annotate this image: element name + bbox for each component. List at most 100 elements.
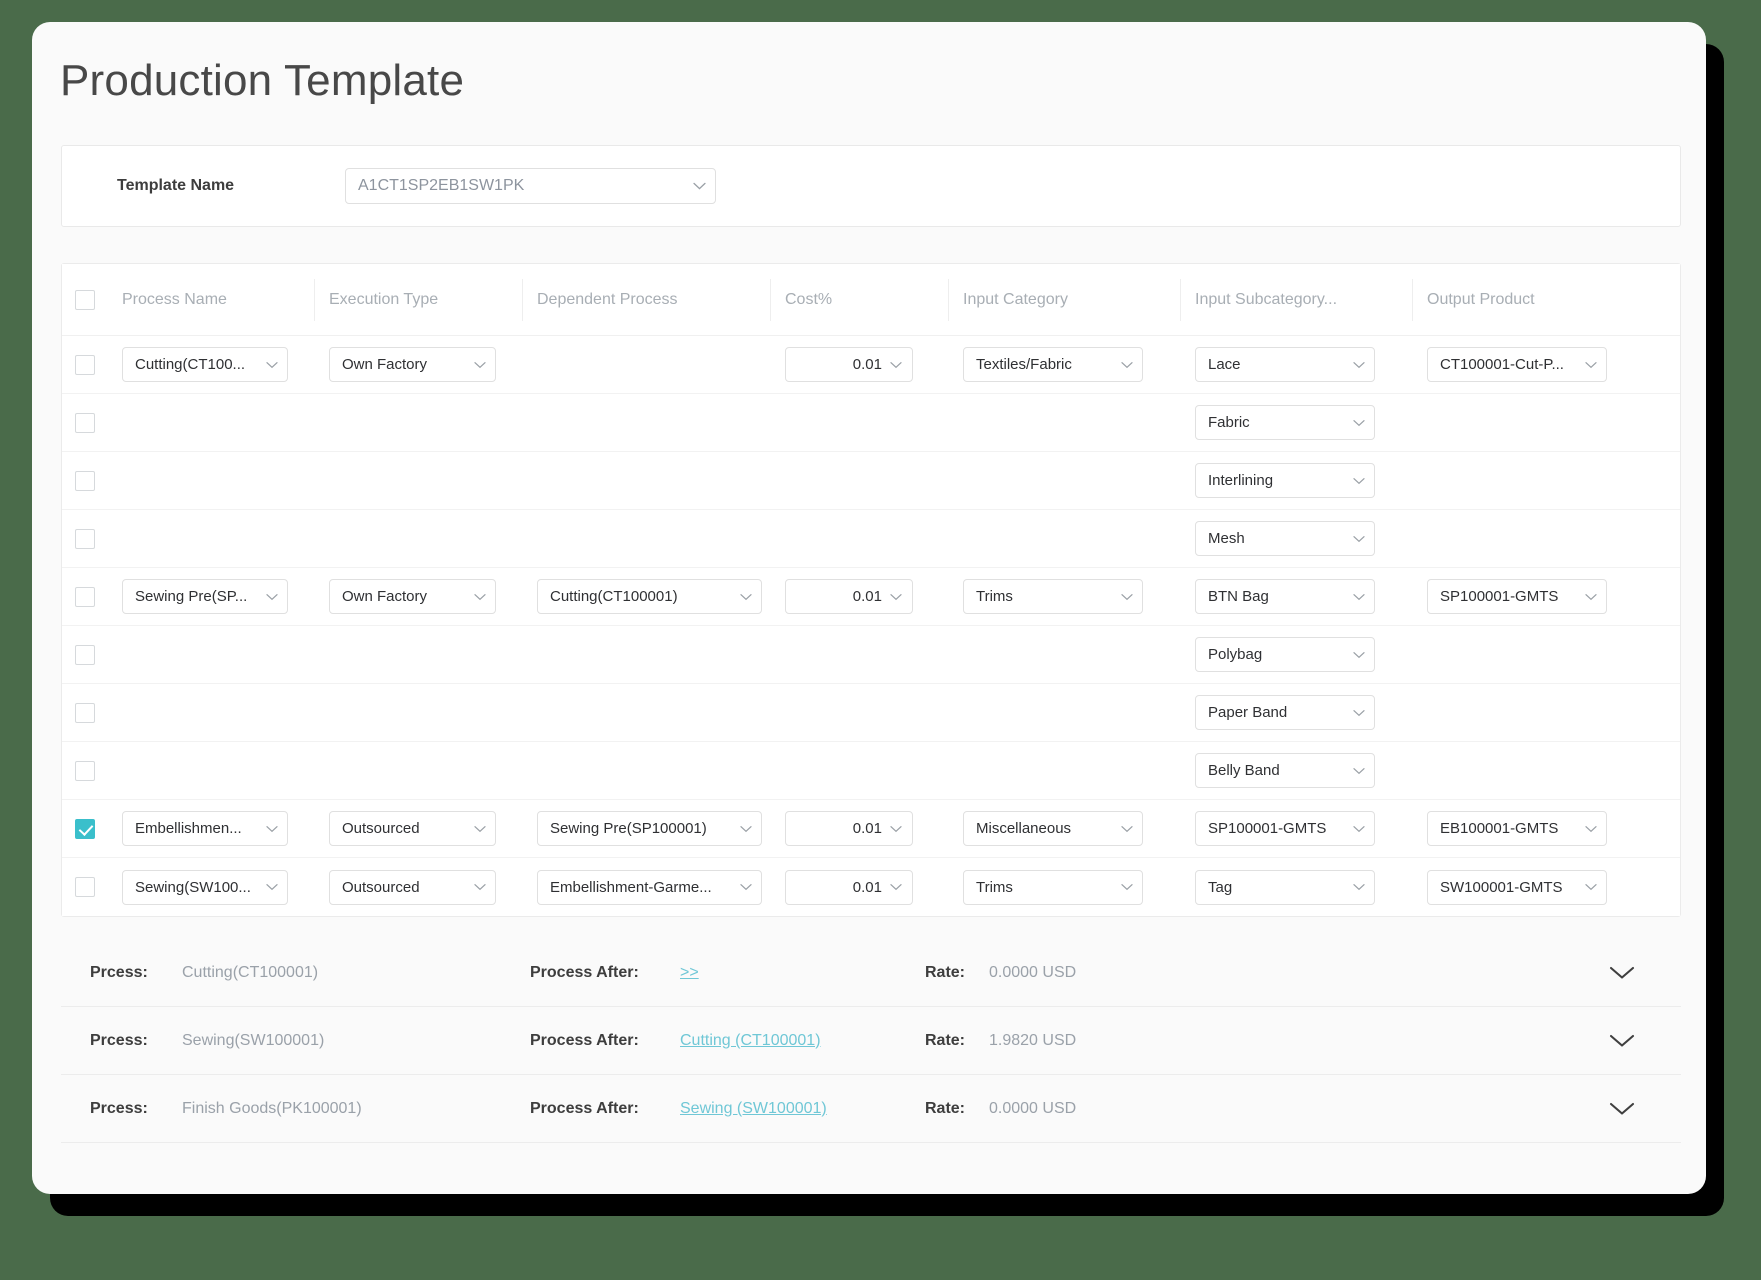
input-category-select[interactable]: Miscellaneous [963, 811, 1143, 847]
process-summary-row[interactable]: Prcess: Sewing(SW100001) Process After: Cut… [61, 1007, 1681, 1076]
table-row[interactable]: Mesh [62, 510, 1680, 569]
application-window: Production Template Template Name A1CT1S… [32, 22, 1706, 1194]
column-header-process-name[interactable]: Process Name [108, 278, 315, 321]
row-checkbox-cell[interactable] [62, 684, 108, 741]
input-subcategory-select[interactable]: Tag [1195, 869, 1375, 905]
input-subcategory-select[interactable]: Fabric [1195, 405, 1375, 441]
cost-percent-select[interactable]: 0.01 [785, 347, 913, 383]
column-header-output-product[interactable]: Output Product [1413, 279, 1660, 321]
table-row[interactable]: Sewing(SW100... Outsourced Embellishment-G… [62, 858, 1680, 917]
table-row[interactable]: Polybag [62, 626, 1680, 685]
column-header-execution-type[interactable]: Execution Type [315, 278, 523, 321]
row-checkbox-cell[interactable] [62, 394, 108, 451]
row-select-checkbox[interactable] [75, 354, 95, 375]
cost-percent-select[interactable]: 0.01 [785, 811, 913, 847]
output-product-select[interactable]: SP100001-GMTS [1427, 579, 1607, 615]
rate-value: 1.9820 USD [989, 1031, 1077, 1049]
input-subcategory-cell: Polybag [1181, 626, 1413, 683]
input-subcategory-select[interactable]: BTN Bag [1195, 579, 1375, 615]
input-subcategory-select[interactable]: Polybag [1195, 637, 1375, 673]
dependent-process-cell [523, 510, 771, 567]
row-checkbox-cell[interactable] [62, 858, 108, 916]
execution-type-select[interactable]: Outsourced [329, 811, 496, 847]
cost-percent-select[interactable]: 0.01 [785, 869, 913, 905]
execution-type-select[interactable]: Own Factory [329, 347, 496, 383]
column-header-input-category[interactable]: Input Category [949, 278, 1181, 321]
row-checkbox-cell[interactable] [62, 800, 108, 857]
process-after-link[interactable]: Sewing (SW100001) [680, 1100, 925, 1118]
process-summary-row[interactable]: Prcess: Finish Goods(PK100001) Process Aft… [61, 1075, 1681, 1144]
input-subcategory-select[interactable]: Belly Band [1195, 753, 1375, 789]
process-after-label: Process After: [530, 1031, 639, 1049]
chevron-down-icon [1353, 825, 1365, 832]
process-after-link[interactable]: >> [680, 964, 925, 982]
table-row[interactable]: Fabric [62, 394, 1680, 453]
process-name-select[interactable]: Cutting(CT100... [122, 347, 288, 383]
execution-type-select[interactable]: Own Factory [329, 579, 496, 615]
row-select-checkbox[interactable] [75, 702, 95, 723]
table-row[interactable]: Paper Band [62, 684, 1680, 743]
process-name-value: Cutting(CT100... [135, 356, 246, 374]
expand-row-chevron-down-icon[interactable] [1609, 966, 1635, 980]
row-checkbox-cell[interactable] [62, 510, 108, 567]
output-product-select[interactable]: SW100001-GMTS [1427, 869, 1607, 905]
expand-row-chevron-down-icon[interactable] [1609, 1102, 1635, 1116]
table-row[interactable]: Cutting(CT100... Own Factory 0.01 Textiles/… [62, 336, 1680, 395]
cost-percent-select[interactable]: 0.01 [785, 579, 913, 615]
row-select-checkbox[interactable] [75, 644, 95, 665]
input-subcategory-select[interactable]: SP100001-GMTS [1195, 811, 1375, 847]
execution-type-select[interactable]: Outsourced [329, 869, 496, 905]
table-row[interactable]: Interlining [62, 452, 1680, 511]
row-select-checkbox[interactable] [75, 877, 95, 898]
row-select-checkbox[interactable] [75, 818, 95, 839]
row-checkbox-cell[interactable] [62, 568, 108, 625]
column-header-input-subcategory[interactable]: Input Subcategory... [1181, 278, 1413, 321]
input-category-cell [949, 510, 1181, 567]
output-product-select[interactable]: CT100001-Cut-P... [1427, 347, 1607, 383]
input-category-select[interactable]: Trims [963, 579, 1143, 615]
row-checkbox-cell[interactable] [62, 626, 108, 683]
table-row[interactable]: Belly Band [62, 742, 1680, 801]
column-header-cost-percent[interactable]: Cost% [771, 278, 949, 321]
input-category-select[interactable]: Textiles/Fabric [963, 347, 1143, 383]
row-checkbox-cell[interactable] [62, 742, 108, 799]
row-checkbox-cell[interactable] [62, 452, 108, 509]
dependent-process-cell: Embellishment-Garme... [523, 858, 771, 916]
template-name-select[interactable]: A1CT1SP2EB1SW1PK [345, 168, 716, 205]
process-name-select[interactable]: Embellishmen... [122, 811, 288, 847]
dependent-process-select[interactable]: Sewing Pre(SP100001) [537, 811, 762, 847]
input-subcategory-select[interactable]: Paper Band [1195, 695, 1375, 731]
process-name-select[interactable]: Sewing(SW100... [122, 869, 288, 905]
input-subcategory-value: Lace [1208, 356, 1241, 374]
expand-row-chevron-down-icon[interactable] [1609, 1034, 1635, 1048]
input-category-cell [949, 742, 1181, 799]
process-name-cell: Cutting(CT100... [108, 336, 315, 393]
select-all-checkbox-cell[interactable] [62, 264, 108, 335]
process-name-select[interactable]: Sewing Pre(SP... [122, 579, 288, 615]
output-product-select[interactable]: EB100001-GMTS [1427, 811, 1607, 847]
chevron-down-icon [1585, 361, 1597, 368]
row-select-checkbox[interactable] [75, 528, 95, 549]
row-select-checkbox[interactable] [75, 470, 95, 491]
row-checkbox-cell[interactable] [62, 336, 108, 393]
process-after-link[interactable]: Cutting (CT100001) [680, 1032, 925, 1050]
input-subcategory-select[interactable]: Lace [1195, 347, 1375, 383]
process-summary-row[interactable]: Prcess: Cutting(CT100001) Process After: >>… [61, 939, 1681, 1008]
input-category-cell [949, 684, 1181, 741]
table-row[interactable]: Embellishmen... Outsourced Sewing Pre(SP10… [62, 800, 1680, 859]
process-name-cell [108, 452, 315, 509]
chevron-down-icon [1585, 884, 1597, 891]
dependent-process-select[interactable]: Embellishment-Garme... [537, 869, 762, 905]
input-category-select[interactable]: Trims [963, 869, 1143, 905]
column-header-dependent-process[interactable]: Dependent Process [523, 278, 771, 321]
row-select-checkbox[interactable] [75, 586, 95, 607]
chevron-down-icon [890, 884, 902, 891]
table-row[interactable]: Sewing Pre(SP... Own Factory Cutting(CT100… [62, 568, 1680, 627]
input-subcategory-cell: Belly Band [1181, 742, 1413, 799]
row-select-checkbox[interactable] [75, 412, 95, 433]
dependent-process-select[interactable]: Cutting(CT100001) [537, 579, 762, 615]
input-subcategory-select[interactable]: Interlining [1195, 463, 1375, 499]
select-all-checkbox[interactable] [75, 289, 95, 310]
row-select-checkbox[interactable] [75, 760, 95, 781]
input-subcategory-select[interactable]: Mesh [1195, 521, 1375, 557]
